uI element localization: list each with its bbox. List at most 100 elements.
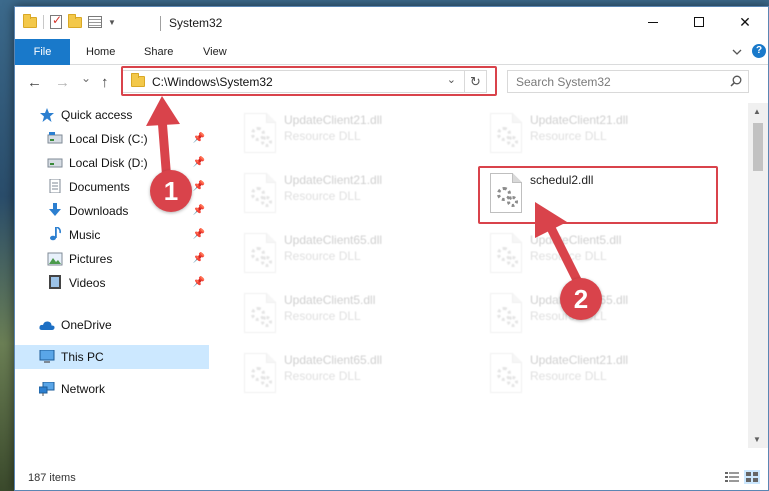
window-title: System32	[169, 16, 223, 30]
tab-home[interactable]: Home	[86, 39, 115, 65]
gear-icon	[507, 316, 518, 327]
view-properties-icon[interactable]	[88, 16, 102, 28]
window-controls: ✕	[630, 7, 768, 37]
gear-icon	[261, 256, 272, 267]
gear-icon	[261, 316, 272, 327]
dll-file-icon	[490, 353, 522, 393]
dll-file-icon	[490, 293, 522, 333]
gear-icon	[261, 376, 272, 387]
music-icon	[50, 227, 61, 241]
pictures-icon	[47, 252, 63, 266]
scrollbar-thumb[interactable]	[753, 123, 763, 171]
file-type: Resource DLL	[530, 369, 607, 383]
sidebar-item-onedrive[interactable]: OneDrive	[15, 313, 209, 337]
computer-icon	[39, 350, 55, 363]
step2-badge: 2	[560, 278, 602, 320]
title-separator	[160, 16, 161, 31]
quick-access-toolbar: ▼	[23, 13, 116, 29]
status-bar: 187 items	[15, 466, 768, 490]
file-item[interactable]: UpdateClient21.dll Resource DLL	[482, 109, 722, 157]
file-name: UpdateClient5.dll	[284, 293, 376, 307]
file-item[interactable]: UpdateClient65.dll Resource DLL	[236, 229, 476, 277]
sidebar-item-label: This PC	[61, 350, 104, 364]
dll-file-icon	[244, 113, 276, 153]
documents-icon	[49, 179, 61, 193]
sidebar-item-pictures[interactable]: Pictures 📌	[15, 247, 209, 271]
gear-icon	[507, 136, 518, 147]
file-type: Resource DLL	[530, 129, 607, 143]
sidebar-item-label: Local Disk (C:)	[69, 132, 148, 146]
search-icon	[730, 75, 742, 87]
file-item[interactable]: UpdateClient21.dll Resource DLL	[236, 169, 476, 217]
details-view-icon[interactable]	[724, 470, 740, 484]
file-type: Resource DLL	[284, 369, 361, 383]
new-folder-icon[interactable]	[68, 13, 82, 28]
step1-badge: 1	[150, 170, 192, 212]
file-item[interactable]: UpdateClient65.dll Resource DLL	[236, 349, 476, 397]
sidebar-item-label: Local Disk (D:)	[69, 156, 148, 170]
file-name: UpdateClient65.dll	[284, 353, 383, 367]
sidebar-item-label: Network	[61, 382, 106, 396]
large-icons-view-icon[interactable]	[744, 470, 760, 484]
sidebar-item-label: Music	[69, 228, 101, 242]
pin-icon[interactable]: 📌	[193, 277, 205, 288]
close-button[interactable]: ✕	[722, 7, 768, 37]
downloads-icon	[49, 203, 61, 216]
file-item[interactable]: UpdateClient21.dll Resource DLL	[236, 109, 476, 157]
vertical-scrollbar[interactable]: ▲ ▼	[748, 103, 768, 448]
maximize-button[interactable]	[676, 7, 722, 37]
expand-ribbon-chevron-icon[interactable]	[730, 45, 744, 59]
videos-icon	[49, 275, 61, 289]
file-item[interactable]: UpdateClient21.dll Resource DLL	[482, 349, 722, 397]
sidebar-item-this-pc[interactable]: This PC	[15, 345, 209, 369]
tab-view[interactable]: View	[203, 39, 227, 65]
sidebar-item-videos[interactable]: Videos 📌	[15, 271, 209, 295]
gear-icon	[507, 376, 518, 387]
sidebar-item-music[interactable]: Music 📌	[15, 223, 209, 247]
item-count: 187 items	[28, 472, 76, 484]
drive-icon	[47, 158, 63, 168]
search-box[interactable]: Search System32	[507, 70, 749, 93]
close-icon: ✕	[739, 13, 751, 30]
dll-file-icon	[244, 173, 276, 213]
gear-icon	[261, 136, 272, 147]
dll-file-icon	[490, 113, 522, 153]
maximize-icon	[694, 17, 704, 27]
file-name: UpdateClient21.dll	[530, 113, 629, 127]
gear-icon	[261, 196, 272, 207]
gear-icon	[507, 256, 518, 267]
sidebar-item-label: Downloads	[69, 204, 129, 218]
folder-icon[interactable]	[23, 13, 37, 28]
tab-file[interactable]: File	[15, 39, 70, 65]
up-arrow-icon[interactable]: ↑	[101, 74, 109, 91]
dll-file-icon	[244, 233, 276, 273]
help-icon[interactable]: ?	[752, 44, 766, 58]
title-bar: ▼ System32 ✕	[15, 7, 768, 39]
search-input[interactable]: Search System32	[516, 75, 611, 89]
pin-icon[interactable]: 📌	[193, 229, 205, 240]
address-highlight-box	[121, 66, 497, 96]
drive-icon	[47, 132, 63, 144]
pin-icon[interactable]: 📌	[193, 253, 205, 264]
file-type: Resource DLL	[284, 249, 361, 263]
dll-file-icon	[244, 293, 276, 333]
toolbar-separator	[43, 15, 44, 29]
minimize-icon	[648, 21, 658, 23]
properties-check-icon[interactable]	[50, 13, 62, 29]
star-icon	[40, 108, 54, 122]
ribbon-tabs: File Home Share View ?	[15, 39, 768, 65]
recent-locations-chevron-icon[interactable]: ⌄	[81, 71, 91, 85]
sidebar-item-network[interactable]: Network	[15, 377, 209, 401]
minimize-button[interactable]	[630, 7, 676, 37]
sidebar-item-label: Pictures	[69, 252, 113, 266]
sidebar-item-label: Videos	[69, 276, 106, 290]
file-item[interactable]: UpdateClient5.dll Resource DLL	[236, 289, 476, 337]
file-list: UpdateClient21.dll Resource DLL UpdateClie…	[212, 103, 747, 448]
customize-toolbar-chevron-icon[interactable]: ▼	[108, 18, 116, 27]
scroll-up-icon[interactable]: ▲	[753, 107, 761, 116]
forward-arrow-icon[interactable]: →	[55, 74, 70, 91]
file-name: UpdateClient65.dll	[284, 233, 383, 247]
scroll-down-icon[interactable]: ▼	[753, 435, 761, 444]
tab-share[interactable]: Share	[144, 39, 173, 65]
back-arrow-icon[interactable]: ←	[27, 74, 42, 91]
